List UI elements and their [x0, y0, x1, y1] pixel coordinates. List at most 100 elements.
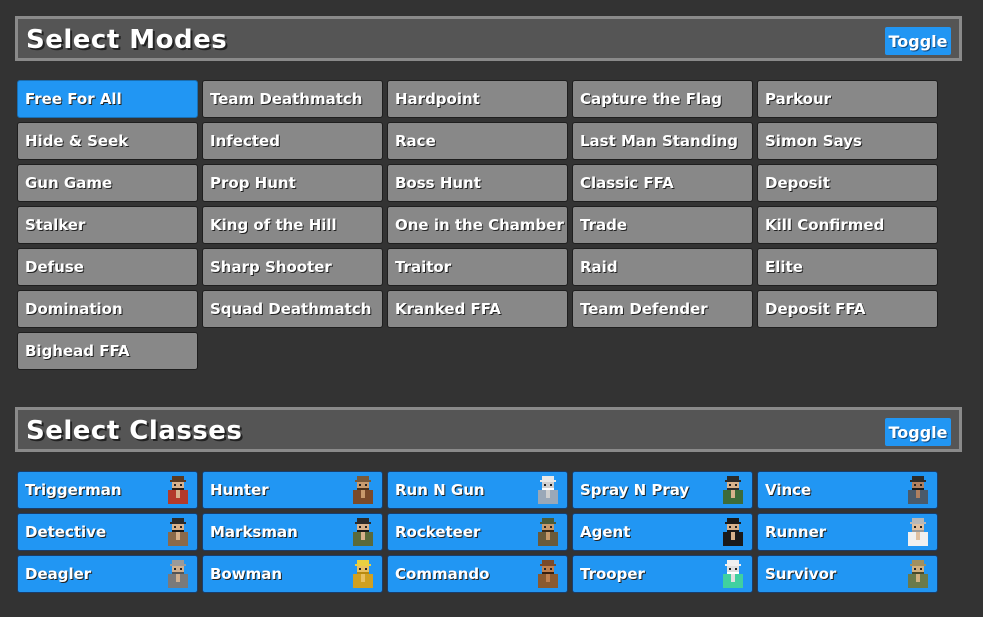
class-label: Vince: [765, 481, 812, 499]
class-label: Rocketeer: [395, 523, 481, 541]
class-tile[interactable]: Agent: [572, 513, 753, 551]
mode-label: Last Man Standing: [580, 132, 739, 150]
mode-tile[interactable]: Stalker: [17, 206, 198, 244]
mode-tile[interactable]: Deposit: [757, 164, 938, 202]
mode-tile[interactable]: Team Deathmatch: [202, 80, 383, 118]
rocketeer-avatar-icon: [534, 518, 562, 546]
mode-tile[interactable]: King of the Hill: [202, 206, 383, 244]
class-label: Commando: [395, 565, 490, 583]
mode-tile[interactable]: Elite: [757, 248, 938, 286]
class-label: Survivor: [765, 565, 837, 583]
class-tile[interactable]: Run N Gun: [387, 471, 568, 509]
mode-label: Traitor: [395, 258, 452, 276]
mode-tile[interactable]: Classic FFA: [572, 164, 753, 202]
hunter-avatar-icon: [349, 476, 377, 504]
mode-label: Raid: [580, 258, 618, 276]
class-tile[interactable]: Triggerman: [17, 471, 198, 509]
modes-toggle-button[interactable]: Toggle: [885, 27, 951, 55]
commando-avatar-icon: [534, 560, 562, 588]
modes-header: Select Modes Toggle: [15, 16, 962, 61]
agent-avatar-icon: [719, 518, 747, 546]
mode-label: Domination: [25, 300, 123, 318]
mode-tile[interactable]: Free For All: [17, 80, 198, 118]
mode-tile[interactable]: Race: [387, 122, 568, 160]
class-label: Triggerman: [25, 481, 122, 499]
mode-tile[interactable]: Capture the Flag: [572, 80, 753, 118]
class-tile[interactable]: Bowman: [202, 555, 383, 593]
mode-label: Simon Says: [765, 132, 862, 150]
spray-n-pray-avatar-icon: [719, 476, 747, 504]
mode-tile[interactable]: Sharp Shooter: [202, 248, 383, 286]
mode-label: Prop Hunt: [210, 174, 296, 192]
mode-label: Parkour: [765, 90, 832, 108]
run-n-gun-avatar-icon: [534, 476, 562, 504]
mode-label: Free For All: [25, 90, 122, 108]
mode-label: Team Deathmatch: [210, 90, 363, 108]
class-tile[interactable]: Trooper: [572, 555, 753, 593]
class-tile[interactable]: Vince: [757, 471, 938, 509]
mode-tile[interactable]: Hide & Seek: [17, 122, 198, 160]
mode-label: Capture the Flag: [580, 90, 723, 108]
modes-grid: Free For All Team Deathmatch Hardpoint Capt…: [17, 80, 938, 370]
class-label: Runner: [765, 523, 827, 541]
classes-toggle-button[interactable]: Toggle: [885, 418, 951, 446]
class-tile[interactable]: Commando: [387, 555, 568, 593]
mode-label: Infected: [210, 132, 280, 150]
class-label: Hunter: [210, 481, 269, 499]
class-label: Bowman: [210, 565, 283, 583]
mode-tile[interactable]: Last Man Standing: [572, 122, 753, 160]
mode-tile[interactable]: Kranked FFA: [387, 290, 568, 328]
mode-tile[interactable]: One in the Chamber: [387, 206, 568, 244]
mode-tile[interactable]: Prop Hunt: [202, 164, 383, 202]
classes-grid: Triggerman Hunter Run N Gun Spray N Pray Vin…: [17, 471, 938, 593]
class-tile[interactable]: Deagler: [17, 555, 198, 593]
trooper-avatar-icon: [719, 560, 747, 588]
survivor-avatar-icon: [904, 560, 932, 588]
mode-tile[interactable]: Parkour: [757, 80, 938, 118]
mode-tile[interactable]: Team Defender: [572, 290, 753, 328]
mode-tile[interactable]: Squad Deathmatch: [202, 290, 383, 328]
class-tile[interactable]: Spray N Pray: [572, 471, 753, 509]
triggerman-avatar-icon: [164, 476, 192, 504]
mode-tile[interactable]: Traitor: [387, 248, 568, 286]
mode-tile[interactable]: Trade: [572, 206, 753, 244]
class-label: Trooper: [580, 565, 645, 583]
mode-tile[interactable]: Defuse: [17, 248, 198, 286]
mode-label: Deposit: [765, 174, 830, 192]
marksman-avatar-icon: [349, 518, 377, 546]
mode-tile[interactable]: Boss Hunt: [387, 164, 568, 202]
mode-tile[interactable]: Hardpoint: [387, 80, 568, 118]
mode-tile[interactable]: Gun Game: [17, 164, 198, 202]
class-label: Deagler: [25, 565, 92, 583]
mode-label: Deposit FFA: [765, 300, 866, 318]
mode-label: Race: [395, 132, 436, 150]
mode-tile[interactable]: Infected: [202, 122, 383, 160]
mode-label: Gun Game: [25, 174, 113, 192]
class-tile[interactable]: Survivor: [757, 555, 938, 593]
mode-tile[interactable]: Domination: [17, 290, 198, 328]
mode-label: Sharp Shooter: [210, 258, 332, 276]
mode-label: Classic FFA: [580, 174, 674, 192]
mode-tile[interactable]: Deposit FFA: [757, 290, 938, 328]
mode-label: Bighead FFA: [25, 342, 130, 360]
mode-tile[interactable]: Bighead FFA: [17, 332, 198, 370]
mode-label: One in the Chamber: [395, 216, 564, 234]
class-tile[interactable]: Runner: [757, 513, 938, 551]
mode-label: Boss Hunt: [395, 174, 481, 192]
class-tile[interactable]: Hunter: [202, 471, 383, 509]
class-tile[interactable]: Marksman: [202, 513, 383, 551]
mode-label: Kill Confirmed: [765, 216, 885, 234]
mode-label: Stalker: [25, 216, 86, 234]
mode-tile[interactable]: Simon Says: [757, 122, 938, 160]
class-tile[interactable]: Rocketeer: [387, 513, 568, 551]
mode-label: King of the Hill: [210, 216, 337, 234]
class-label: Marksman: [210, 523, 298, 541]
detective-avatar-icon: [164, 518, 192, 546]
mode-tile[interactable]: Raid: [572, 248, 753, 286]
class-tile[interactable]: Detective: [17, 513, 198, 551]
classes-title: Select Classes: [26, 416, 243, 446]
classes-header: Select Classes Toggle: [15, 407, 962, 452]
mode-label: Defuse: [25, 258, 84, 276]
mode-tile[interactable]: Kill Confirmed: [757, 206, 938, 244]
modes-title: Select Modes: [26, 25, 228, 55]
